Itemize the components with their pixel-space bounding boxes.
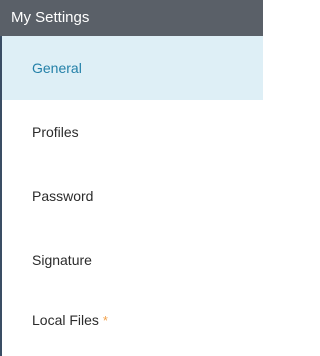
nav-item-profiles[interactable]: Profiles: [2, 100, 263, 164]
nav-item-password[interactable]: Password: [2, 164, 263, 228]
nav-item-local-files[interactable]: Local Files *: [2, 292, 263, 348]
asterisk-icon: *: [102, 313, 108, 328]
nav-item-label: Profiles: [32, 124, 79, 140]
nav-item-label: Local Files: [32, 312, 99, 328]
nav-item-label: Password: [32, 188, 94, 204]
settings-nav: General Profiles Password Signature Loca…: [0, 36, 263, 356]
settings-panel: My Settings General Profiles Password Si…: [0, 0, 263, 356]
nav-item-label: General: [32, 60, 82, 76]
nav-item-signature[interactable]: Signature: [2, 228, 263, 292]
nav-item-general[interactable]: General: [2, 36, 263, 100]
nav-item-label: Signature: [32, 252, 92, 268]
panel-title: My Settings: [0, 0, 263, 36]
